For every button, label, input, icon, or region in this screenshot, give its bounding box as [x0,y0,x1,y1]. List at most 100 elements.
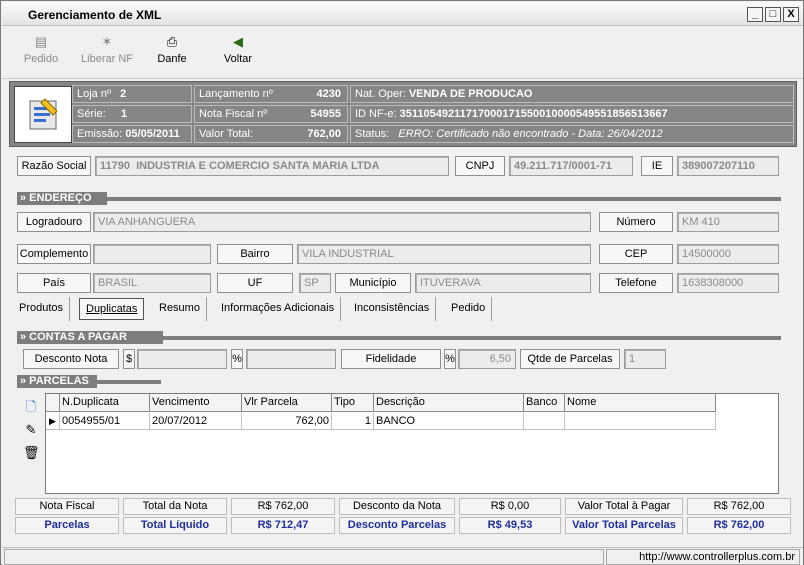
voltar-button[interactable]: ◀ Voltar [218,35,258,66]
cell-nome[interactable] [565,413,716,430]
tab-pedido[interactable]: Pedido [445,297,493,321]
valor-total-parcelas-value: R$ 762,00 [687,517,791,534]
cep-label[interactable]: CEP [599,244,673,264]
pais-label[interactable]: País [17,273,91,293]
logradouro-field: VIA ANHANGUERA [93,212,591,232]
tab-resumo[interactable]: Resumo [153,297,207,321]
desconto-valor-field[interactable] [137,349,227,369]
uf-label[interactable]: UF [217,273,293,293]
desconto-percent-field[interactable] [246,349,336,369]
printer-icon: ⎙ [166,34,178,49]
cnpj-field: 49.211.717/0001-71 [509,156,633,176]
desconto-nota-label[interactable]: Desconto Nota [23,349,119,369]
status-url: http://www.controllerplus.com.br [606,549,800,565]
id-nfe-cell: ID NF-e: 3511054921171700017155001000054… [350,105,794,123]
razao-social-field: 11790 INDUSTRIA E COMERCIO SANTA MARIA L… [95,156,449,176]
serie-value: 1 [121,108,128,120]
tab-bar: Produtos Duplicatas Resumo Informações A… [13,297,503,321]
logradouro-label[interactable]: Logradouro [17,212,91,232]
razao-social-label[interactable]: Razão Social [17,156,91,176]
dollar-sign: $ [123,349,135,369]
danfe-label: Danfe [157,53,187,65]
cell-descricao[interactable]: BANCO [374,413,524,430]
cell-banco[interactable] [524,413,565,430]
serie-label: Série: [77,108,106,120]
endereco-divider [107,197,781,201]
cell-tipo[interactable]: 1 [332,413,374,430]
cell-duplicata[interactable]: 0054955/01 [60,413,150,430]
loja-cell: Loja nº 2 [72,85,192,103]
complemento-field [93,244,211,264]
valor-total-pagar-label: Valor Total à Pagar [565,498,683,515]
telefone-field: 1638308000 [677,273,779,293]
loja-value: 2 [120,88,127,100]
valor-total-pagar-value: R$ 762,00 [687,498,791,515]
valor-total-cell: Valor Total: 762,00 [194,125,348,143]
desconto-da-nota-label: Desconto da Nota [339,498,455,515]
tab-produtos[interactable]: Produtos [13,297,71,321]
tab-informacoes-adicionais[interactable]: Informações Adicionais [215,297,342,321]
parcelas-total-label: Parcelas [15,517,119,534]
numero-field: KM 410 [677,212,779,232]
pedido-button[interactable]: ▤ Pedido [22,34,60,66]
total-da-nota-value: R$ 762,00 [231,498,335,515]
xml-logo-icon [29,98,58,130]
numero-label[interactable]: Número [599,212,673,232]
col-n-duplicata[interactable]: N.Duplicata [60,394,150,412]
close-button[interactable]: X [783,7,799,22]
voltar-label: Voltar [223,53,253,65]
status-cell: Status: ERRO: Certificado não encontrado… [350,125,794,143]
municipio-label[interactable]: Município [335,273,411,293]
cep-field: 14500000 [677,244,779,264]
edit-document-icon[interactable]: ✎ [23,422,39,438]
status-label: Status: [355,128,390,140]
supplier-name: INDUSTRIA E COMERCIO SANTA MARIA LTDA [136,160,380,172]
cell-vlr-parcela[interactable]: 762,00 [242,413,332,430]
new-document-icon[interactable]: 🗋 [23,399,39,415]
emissao-label: Emissão: [77,128,123,140]
emissao-cell: Emissão: 05/05/2011 [72,125,192,143]
minimize-button[interactable]: _ [747,7,763,22]
percent-sign: % [231,349,243,369]
qtde-parcelas-field[interactable]: 1 [624,349,666,369]
ie-label[interactable]: IE [641,156,673,176]
tab-inconsistencias[interactable]: Inconsistências [348,297,437,321]
col-banco[interactable]: Banco [524,394,565,412]
liberar-nf-button[interactable]: ✶ Liberar NF [78,35,136,66]
col-vlr-parcela[interactable]: Vlr Parcela [242,394,332,412]
fidelidade-field[interactable]: 6,50 [458,349,516,369]
valor-total-label: Valor Total: [199,128,254,140]
maximize-button[interactable]: □ [765,7,781,22]
parcelas-grid: N.Duplicata Vencimento Vlr Parcela Tipo … [45,393,779,494]
col-nome[interactable]: Nome [565,394,716,412]
qtde-parcelas-label[interactable]: Qtde de Parcelas [520,349,620,369]
nota-fiscal-cell: Nota Fiscal nº 54955 [194,105,348,123]
cell-vencimento[interactable]: 20/07/2012 [150,413,242,430]
fidelidade-label[interactable]: Fidelidade [341,349,441,369]
nf-header-panel: Loja nº 2 Série: 1 Emissão: 05/05/2011 L… [9,81,797,147]
tab-duplicatas[interactable]: Duplicatas [79,298,145,320]
col-vencimento[interactable]: Vencimento [150,394,242,412]
cnpj-label[interactable]: CNPJ [455,156,505,176]
col-tipo[interactable]: Tipo [332,394,374,412]
danfe-button[interactable]: ⎙ Danfe [152,34,192,66]
telefone-label[interactable]: Telefone [599,273,673,293]
desconto-parcelas-label: Desconto Parcelas [339,517,455,534]
supplier-code: 11790 [100,160,130,172]
nota-fiscal-label: Nota Fiscal nº [199,108,268,120]
title-bar: Gerenciamento de XML _ □ X [2,2,803,26]
desconto-da-nota-value: R$ 0,00 [459,498,561,515]
complemento-label[interactable]: Complemento [17,244,91,264]
lancamento-value: 4230 [316,88,341,100]
valor-total-value: 762,00 [307,128,341,140]
bairro-field: VILA INDUSTRIAL [297,244,591,264]
pedido-icon: ▤ [34,34,48,49]
nat-oper-label: Nat. Oper: [355,88,406,100]
lancamento-label: Lançamento nº [199,88,273,100]
col-descricao[interactable]: Descrição [374,394,524,412]
ie-field: 389007207110 [677,156,779,176]
delete-trash-icon[interactable]: 🗑 [23,445,40,461]
status-panel-main [4,549,604,565]
contas-divider [163,336,781,340]
bairro-label[interactable]: Bairro [217,244,293,264]
